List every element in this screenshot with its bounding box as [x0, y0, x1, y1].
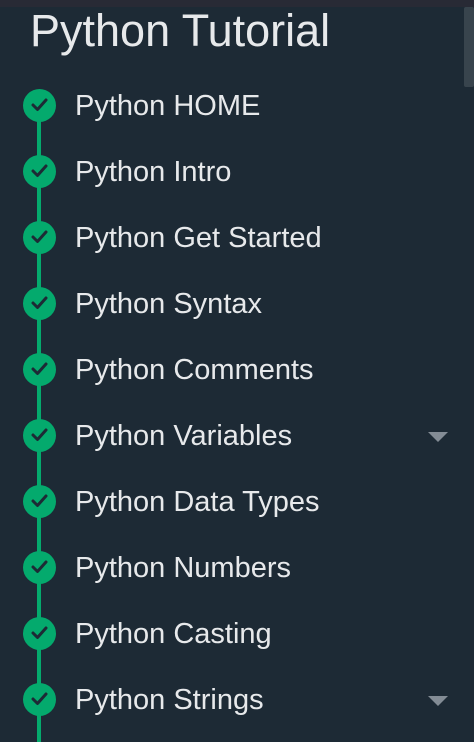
menu-item-python-syntax[interactable]: Python Syntax: [0, 271, 474, 337]
menu-item-python-variables[interactable]: Python Variables: [0, 403, 474, 469]
caret-down-icon[interactable]: [428, 696, 448, 706]
check-circle-icon: [23, 221, 56, 254]
check-circle-icon: [23, 419, 56, 452]
tutorial-sidebar: Python Tutorial Python HOME Python Intro…: [0, 0, 474, 742]
menu-item-python-home[interactable]: Python HOME: [0, 73, 474, 139]
check-circle-icon: [23, 683, 56, 716]
check-circle-icon: [23, 551, 56, 584]
menu-item-python-get-started[interactable]: Python Get Started: [0, 205, 474, 271]
menu-item-python-intro[interactable]: Python Intro: [0, 139, 474, 205]
check-circle-icon: [23, 89, 56, 122]
tutorial-menu-list: Python HOME Python Intro Python Get Star…: [0, 73, 474, 733]
menu-item-python-data-types[interactable]: Python Data Types: [0, 469, 474, 535]
menu-item-label: Python Numbers: [75, 552, 291, 584]
menu-item-label: Python Data Types: [75, 486, 320, 518]
check-circle-icon: [23, 353, 56, 386]
menu-item-label: Python Syntax: [75, 288, 262, 320]
check-circle-icon: [23, 485, 56, 518]
menu-item-python-casting[interactable]: Python Casting: [0, 601, 474, 667]
menu-item-label: Python Comments: [75, 354, 314, 386]
menu-item-label: Python Intro: [75, 156, 232, 188]
check-circle-icon: [23, 155, 56, 188]
menu-item-label: Python Strings: [75, 684, 264, 716]
menu-item-label: Python HOME: [75, 90, 261, 122]
menu-item-label: Python Casting: [75, 618, 272, 650]
menu-item-python-comments[interactable]: Python Comments: [0, 337, 474, 403]
caret-down-icon[interactable]: [428, 432, 448, 442]
sidebar-title: Python Tutorial: [30, 5, 331, 56]
menu-item-label: Python Get Started: [75, 222, 322, 254]
menu-item-python-strings[interactable]: Python Strings: [0, 667, 474, 733]
check-circle-icon: [23, 617, 56, 650]
menu-item-label: Python Variables: [75, 420, 293, 452]
menu-item-python-numbers[interactable]: Python Numbers: [0, 535, 474, 601]
check-circle-icon: [23, 287, 56, 320]
